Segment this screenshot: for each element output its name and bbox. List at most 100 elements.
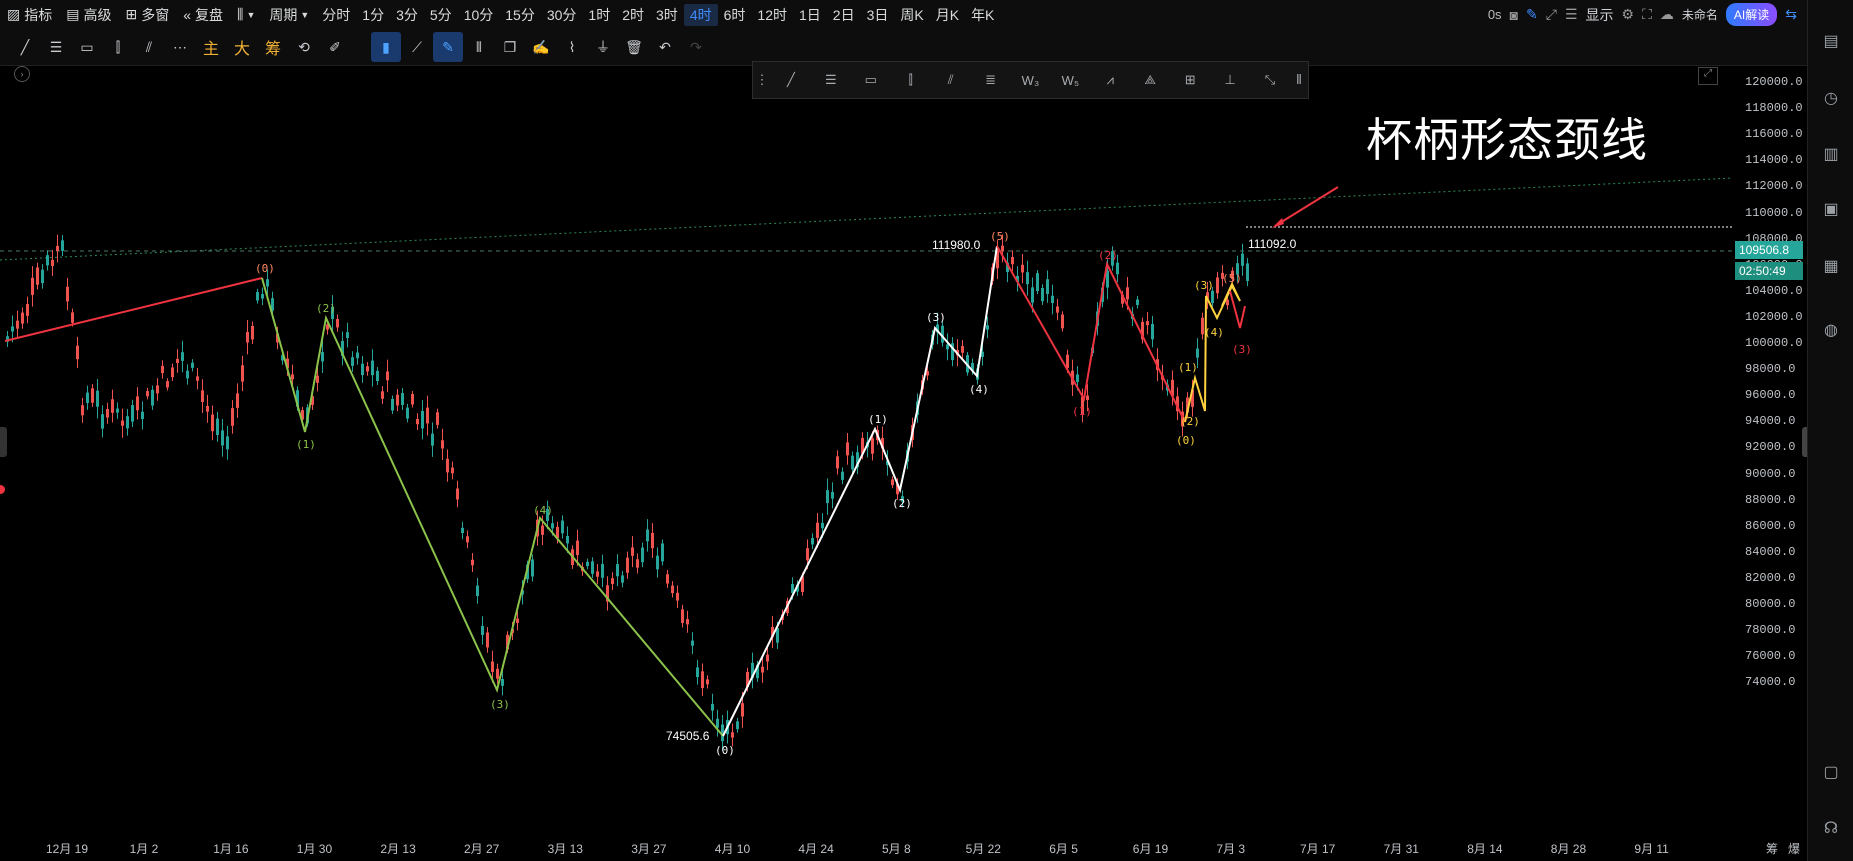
layout-name-dropdown[interactable]: 未命名 [1682, 6, 1718, 23]
brush-icon[interactable]: ✐ [320, 32, 350, 62]
period-tab[interactable]: 3时 [650, 5, 684, 25]
period-tab[interactable]: 2时 [616, 5, 650, 25]
period-tab[interactable]: 4时 [683, 3, 718, 26]
redo-icon[interactable]: ↷ [681, 32, 711, 62]
magnet-icon[interactable]: ⫴ [464, 32, 494, 62]
white-wave-line[interactable] [722, 245, 998, 737]
period-tab[interactable]: 15分 [499, 5, 541, 25]
period-tab[interactable]: 3分 [390, 5, 424, 25]
fullscreen-chart-icon[interactable]: ⤢ [1698, 67, 1718, 85]
pen-icon[interactable]: ✎ [1526, 6, 1538, 23]
annotation-arrow[interactable] [1274, 186, 1339, 227]
layers-icon[interactable]: ▦ [1821, 256, 1841, 276]
horizontal-lines-icon[interactable]: ☰ [41, 32, 71, 62]
layout-icon[interactable]: ▢ [1821, 762, 1841, 782]
more-tools-icon[interactable]: ⋯ [165, 32, 195, 62]
price-tick: 120000.0 [1745, 75, 1803, 89]
trash-icon[interactable]: 🗑 [619, 32, 649, 62]
clock-icon[interactable]: ◷ [1821, 88, 1841, 108]
copy-icon[interactable]: ❐ [495, 32, 525, 62]
pattern-tool-icon[interactable]: ⩘ [1090, 62, 1130, 98]
period-tab[interactable]: 5分 [424, 5, 458, 25]
main-indicator-button[interactable]: 主 [196, 32, 226, 62]
wave5-tool-icon[interactable]: W₅ [1050, 62, 1090, 98]
list-icon[interactable]: ☰ [1565, 6, 1578, 23]
neckline[interactable] [0, 177, 1733, 261]
period-tab[interactable]: 3日 [861, 5, 895, 25]
expand-icon[interactable]: ⤢ [1546, 6, 1557, 23]
period-tab[interactable]: 1日 [793, 5, 827, 25]
period-tab[interactable]: 年K [965, 5, 1000, 25]
range-tool-icon[interactable]: ⫿ [891, 62, 931, 98]
indicator-button[interactable]: ▨ 指标 [0, 0, 59, 29]
period-tab[interactable]: 1时 [582, 5, 616, 25]
time-axis[interactable]: 12月 19 1月 2 1月 16 1月 30 2月 13 2月 27 3月 13 3月 27… [0, 836, 1733, 861]
brush-style-icon[interactable]: ⌇ [557, 32, 587, 62]
replay-button[interactable]: «复盘 [176, 0, 230, 29]
measure-tool-icon[interactable]: ⊥ [1210, 62, 1250, 98]
advanced-button[interactable]: ▤ 高级 [59, 0, 118, 29]
period-tab[interactable]: 6时 [718, 5, 752, 25]
ruler-icon[interactable]: ⟋ [402, 32, 432, 62]
share-icon[interactable]: ⇆ [1785, 6, 1797, 23]
period-tab[interactable]: 1分 [356, 5, 390, 25]
bookmark-icon[interactable]: ▮ [371, 32, 401, 62]
price-tick: 94000.0 [1745, 414, 1796, 429]
collapse-panel-icon[interactable]: › [14, 66, 30, 82]
period-tab[interactable]: 2日 [827, 5, 861, 25]
period-tab[interactable]: 12时 [751, 5, 793, 25]
fullscreen-icon[interactable]: ⛶ [1642, 6, 1652, 23]
candle [621, 575, 624, 583]
monitor-icon[interactable]: ▣ [1821, 199, 1841, 219]
horizontal-line-tool-icon[interactable]: ☰ [811, 62, 851, 98]
left-panel-toggle[interactable] [0, 427, 7, 457]
multi-window-button[interactable]: ⊞ 多窗 [118, 0, 176, 29]
red-wave-line[interactable] [996, 245, 1186, 423]
red-trendline[interactable] [4, 277, 263, 342]
trendline-tool-icon[interactable]: ╱ [10, 32, 40, 62]
document-icon[interactable]: ▤ [1821, 31, 1841, 51]
period-tab[interactable]: 分时 [316, 5, 356, 25]
period-dropdown[interactable]: 周期 ▼ [262, 0, 316, 29]
display-button[interactable]: 显示 [1586, 5, 1614, 25]
period-tab[interactable]: 周K [894, 5, 929, 25]
edit-icon[interactable]: ✍ [526, 32, 556, 62]
settings-icon[interactable]: ⚙ [1622, 6, 1635, 23]
filter-icon[interactable]: ⏚ [588, 32, 618, 62]
line-tool-icon[interactable]: ╱ [771, 62, 811, 98]
arrow-tool-icon[interactable]: ⤡ [1250, 62, 1290, 98]
period-tab[interactable]: 月K [930, 5, 965, 25]
period-tab[interactable]: 30分 [541, 5, 583, 25]
draw-pen-icon[interactable]: ✎ [433, 32, 463, 62]
price-axis[interactable]: 120000.0 118000.0 116000.0 114000.0 112000.0… [1733, 65, 1807, 825]
wave3-tool-icon[interactable]: W₃ [1011, 62, 1051, 98]
box-tool-icon[interactable]: ⊞ [1170, 62, 1210, 98]
candle [61, 240, 64, 251]
rectangle-tool-icon[interactable]: ▭ [72, 32, 102, 62]
time-tick: 4月 10 [714, 842, 751, 856]
undo-icon[interactable]: ↶ [650, 32, 680, 62]
triangle-tool-icon[interactable]: ⟁ [1130, 62, 1170, 98]
chip-label[interactable]: 筹 [1766, 840, 1778, 857]
headset-icon[interactable]: ☊ [1821, 818, 1841, 838]
toolbar-end-handle-icon[interactable]: ⦀ [1290, 62, 1308, 98]
explode-label[interactable]: 爆 [1788, 840, 1800, 857]
compass-icon[interactable]: ◍ [1821, 320, 1841, 340]
rect-tool-icon[interactable]: ▭ [851, 62, 891, 98]
channel-tool-icon[interactable]: ⫽ [931, 62, 971, 98]
price-chart[interactable]: (0) (1) (2) (3) (4) (0) (1) (2) (3) (4) … [0, 66, 1733, 836]
period-tab[interactable]: 10分 [458, 5, 500, 25]
candle [141, 411, 144, 420]
ai-interpret-button[interactable]: AI解读 [1725, 3, 1778, 26]
time-tick: 3月 27 [631, 842, 667, 856]
chip-distribution-button[interactable]: 筹 [258, 32, 288, 62]
price-range-icon[interactable]: ⫿ [103, 32, 133, 62]
bar-chart-icon[interactable]: ▥ [1821, 144, 1841, 164]
parallel-channel-icon[interactable]: ⫽ [134, 32, 164, 62]
big-order-button[interactable]: 大 [227, 32, 257, 62]
chart-type-button[interactable]: ⫼ ▼ [230, 0, 262, 29]
fib-tool-icon[interactable]: ≣ [971, 62, 1011, 98]
sync-icon[interactable]: ⟲ [289, 32, 319, 62]
camera-icon[interactable]: ◙ [1510, 7, 1518, 23]
drag-handle-icon[interactable]: ⋮ [753, 62, 771, 98]
